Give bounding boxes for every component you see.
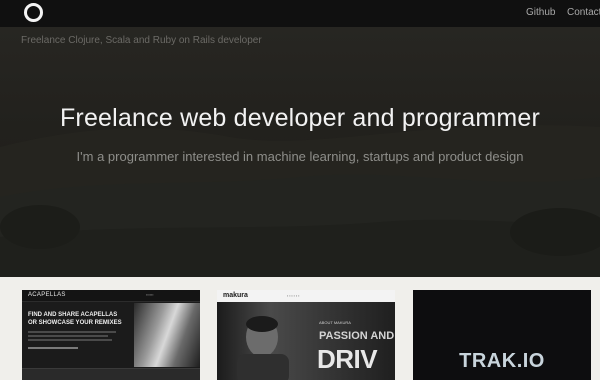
acapellas-text-line [28, 335, 108, 337]
hero-subtitle: I'm a programmer interested in machine l… [76, 149, 524, 164]
acapellas-text-line [28, 331, 116, 333]
portfolio-card-trakio[interactable]: TRAK.IO [413, 290, 591, 380]
acapellas-singer-photo [134, 303, 200, 367]
hero-banner: Freelance Clojure, Scala and Ruby on Rai… [0, 27, 600, 277]
acapellas-headline-1: FIND AND SHARE ACAPELLAS [28, 312, 118, 318]
hero-tagline: Freelance Clojure, Scala and Ruby on Rai… [21, 35, 262, 46]
makura-header-bar: makura ▪ ▪ ▪ ▪ ▪ ▪ [217, 290, 395, 302]
acapellas-footer-bar [22, 368, 200, 380]
acapellas-headline-2: OR SHOWCASE YOUR REMIXES [28, 320, 122, 326]
acapellas-cta-line [28, 347, 78, 349]
makura-nav-dot: ▪ ▪ ▪ ▪ ▪ ▪ [287, 294, 300, 298]
acapellas-brand: ACAPELLAS [28, 292, 66, 298]
acapellas-text-line [28, 339, 112, 341]
makura-headline-1: PASSION AND [319, 330, 395, 342]
acapellas-header-bar: ACAPELLAS ▪▪▪▪▪▪ [22, 290, 200, 302]
portfolio-card-acapellas[interactable]: ACAPELLAS ▪▪▪▪▪▪ FIND AND SHARE ACAPELLA… [22, 290, 200, 380]
portfolio-strip: ACAPELLAS ▪▪▪▪▪▪ FIND AND SHARE ACAPELLA… [0, 277, 600, 380]
acapellas-nav-dot: ▪▪▪▪▪▪ [146, 293, 154, 297]
nav-link-github[interactable]: Github [526, 7, 555, 18]
page: Github Contact Freelance Clojure, Scala … [0, 0, 600, 380]
makura-headline-2: DRIV [317, 344, 378, 374]
makura-brand: makura [223, 292, 248, 299]
navbar: Github Contact [0, 0, 600, 27]
makura-kicker: ABOUT MAKURA [319, 320, 351, 325]
portfolio-card-makura[interactable]: makura ▪ ▪ ▪ ▪ ▪ ▪ ABOUT MAKURA PASSION … [217, 290, 395, 380]
nav-link-contact[interactable]: Contact [567, 7, 600, 18]
hero-title: Freelance web developer and programmer [59, 104, 541, 132]
logo-circle-icon[interactable] [24, 3, 43, 22]
trakio-logo: TRAK.IO [459, 350, 545, 372]
